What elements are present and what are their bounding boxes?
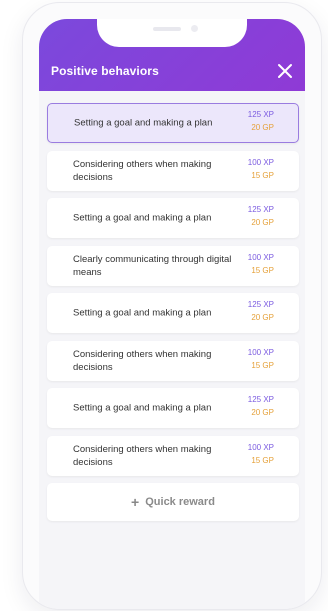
- speaker-grille: [153, 27, 181, 31]
- gp-value: 15 GP: [251, 360, 274, 370]
- behavior-item[interactable]: Setting a goal and making a plan 125 XP …: [47, 293, 299, 333]
- xp-value: 125 XP: [247, 300, 274, 309]
- behavior-item[interactable]: Considering others when making decisions…: [47, 150, 299, 191]
- behavior-item[interactable]: Considering others when making decisions…: [47, 435, 299, 476]
- xp-value: 125 XP: [247, 205, 274, 214]
- behavior-label: Considering others when making decisions: [73, 158, 212, 183]
- gp-value: 15 GP: [251, 170, 274, 180]
- modal-title: Positive behaviors: [51, 64, 159, 78]
- xp-value: 100 XP: [247, 157, 274, 167]
- app-screen: Positive behaviors Setting a goal and ma…: [39, 19, 305, 609]
- behavior-label: Clearly communicating through digital me…: [73, 253, 232, 278]
- gp-value: 20 GP: [251, 218, 274, 227]
- gp-value: 15 GP: [251, 265, 274, 275]
- phone-notch: [97, 19, 247, 47]
- behavior-item[interactable]: Setting a goal and making a plan 125 XP …: [47, 388, 299, 428]
- gp-value: 15 GP: [251, 455, 274, 465]
- behavior-list: Setting a goal and making a plan 125 XP …: [47, 103, 299, 521]
- xp-value: 100 XP: [247, 442, 274, 452]
- behavior-label: Considering others when making decisions: [73, 443, 212, 468]
- behavior-label: Setting a goal and making a plan: [73, 212, 212, 224]
- gp-value: 20 GP: [251, 408, 274, 417]
- gp-value: 20 GP: [251, 123, 274, 132]
- modal-header: Positive behaviors: [39, 19, 305, 91]
- gp-value: 20 GP: [251, 313, 274, 322]
- xp-value: 125 XP: [247, 110, 274, 119]
- behavior-label: Setting a goal and making a plan: [73, 402, 212, 414]
- quick-reward-button[interactable]: + Quick reward: [47, 483, 299, 521]
- quick-reward-label: Quick reward: [145, 496, 215, 508]
- xp-value: 100 XP: [247, 347, 274, 357]
- plus-icon: +: [131, 494, 140, 510]
- xp-value: 100 XP: [247, 252, 274, 262]
- close-icon: [278, 64, 292, 78]
- behavior-label: Setting a goal and making a plan: [73, 307, 212, 319]
- behavior-item[interactable]: Setting a goal and making a plan 125 XP …: [47, 103, 299, 143]
- phone-frame: Positive behaviors Setting a goal and ma…: [22, 2, 322, 610]
- behavior-item[interactable]: Considering others when making decisions…: [47, 340, 299, 381]
- xp-value: 125 XP: [247, 395, 274, 404]
- front-camera: [191, 25, 198, 32]
- behavior-label: Considering others when making decisions: [73, 348, 212, 373]
- behavior-label: Setting a goal and making a plan: [74, 117, 213, 129]
- close-button[interactable]: [275, 61, 295, 81]
- behavior-item[interactable]: Clearly communicating through digital me…: [47, 245, 299, 286]
- behavior-item[interactable]: Setting a goal and making a plan 125 XP …: [47, 198, 299, 238]
